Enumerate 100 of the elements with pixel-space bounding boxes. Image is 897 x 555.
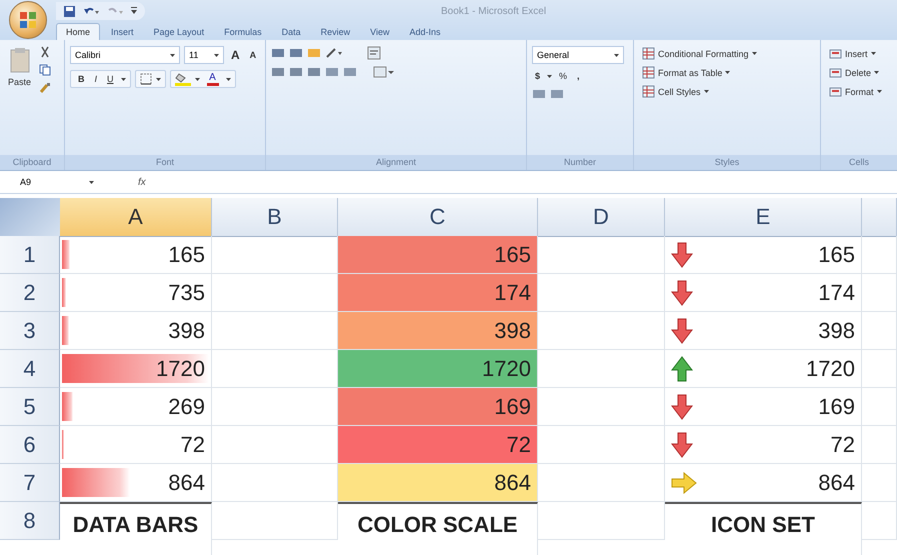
row-header[interactable]: 4	[0, 350, 60, 388]
color-bar-icon	[206, 83, 219, 86]
save-icon[interactable]	[64, 6, 75, 16]
column-header[interactable]: B	[212, 198, 338, 237]
caret-icon	[226, 78, 231, 80]
column-header[interactable]: D	[538, 198, 665, 237]
office-button[interactable]	[9, 1, 47, 39]
italic-button[interactable]: I	[92, 73, 100, 85]
cell-value: 735	[168, 280, 205, 306]
ribbon-tab[interactable]: Formulas	[215, 24, 271, 40]
cut-icon[interactable]	[39, 46, 52, 58]
cell-value: 864	[818, 470, 855, 496]
table-cell: DATA BARS	[60, 502, 212, 555]
paste-button[interactable]: Paste	[5, 46, 34, 149]
column-header[interactable]: C	[338, 198, 538, 237]
increase-indent-icon[interactable]	[343, 66, 357, 78]
down-arrow-icon	[671, 242, 693, 268]
currency-button[interactable]: $	[532, 70, 544, 82]
table-cell: 174	[338, 274, 538, 312]
cells-button[interactable]: Format	[826, 84, 892, 99]
row-header[interactable]: 1	[0, 236, 60, 274]
table-cell: ICON SET	[665, 502, 862, 555]
percent-button[interactable]: %	[556, 70, 570, 82]
cell-value: 174	[818, 280, 855, 306]
fill-color-icon[interactable]	[174, 72, 191, 86]
ribbon-tab[interactable]: View	[361, 24, 398, 40]
group-label: Number	[527, 155, 633, 170]
align-left-icon[interactable]	[271, 66, 285, 78]
caret-icon	[704, 90, 709, 93]
align-top-icon[interactable]	[271, 47, 285, 59]
row-header[interactable]: 5	[0, 388, 60, 426]
group-label: Clipboard	[0, 155, 64, 170]
ribbon-tab[interactable]: Page Layout	[144, 24, 214, 40]
copy-icon[interactable]	[39, 64, 52, 76]
group-label: Alignment	[266, 155, 526, 170]
down-arrow-icon	[671, 432, 693, 458]
cell-value: 72	[830, 432, 855, 458]
caret-icon	[876, 90, 882, 93]
ribbon-tab[interactable]: Insert	[102, 24, 143, 40]
column-header[interactable]	[862, 198, 897, 237]
redo-icon[interactable]	[107, 6, 123, 16]
cell-value: 398	[818, 318, 855, 344]
cell-value: 169	[818, 394, 855, 420]
row-header[interactable]: 8	[0, 502, 60, 540]
bold-button[interactable]: B	[75, 73, 88, 85]
table-cell: COLOR SCALE	[338, 502, 538, 555]
cell-value: 72	[180, 432, 205, 458]
caret-icon	[120, 78, 126, 80]
down-arrow-icon	[671, 394, 693, 420]
column-header[interactable]: E	[665, 198, 862, 237]
font-size-field[interactable]: 11	[184, 46, 224, 64]
brush-icon[interactable]	[39, 82, 52, 94]
function-button[interactable]: fx	[138, 176, 146, 188]
cells-icon	[829, 47, 842, 60]
ribbon-tab[interactable]: Review	[312, 24, 360, 40]
caret-icon	[194, 78, 200, 80]
row-header[interactable]: 6	[0, 426, 60, 464]
undo-icon[interactable]	[83, 6, 99, 16]
decrease-decimal-icon[interactable]	[550, 88, 564, 100]
cell-value: 864	[168, 470, 205, 496]
row-header[interactable]: 2	[0, 274, 60, 312]
merge-icon[interactable]	[373, 66, 395, 78]
window-title: Book1 - Microsoft Excel	[441, 6, 546, 16]
border-icon[interactable]	[140, 73, 152, 85]
table-cell: 398	[338, 312, 538, 350]
underline-button[interactable]: U	[104, 73, 117, 85]
row-header[interactable]: 3	[0, 312, 60, 350]
font-family-field[interactable]: Calibri	[70, 46, 180, 64]
grow-font-button[interactable]: A	[228, 47, 243, 63]
customize-toolbar-icon[interactable]	[131, 7, 137, 15]
ribbon-tab[interactable]: Home	[56, 23, 100, 40]
styles-button[interactable]: Conditional Formatting	[639, 46, 815, 61]
caret-icon	[752, 52, 757, 55]
comma-button[interactable]: ,	[574, 70, 583, 82]
shrink-font-button[interactable]: A	[246, 49, 260, 61]
ribbon-tab[interactable]: Data	[272, 24, 310, 40]
orientation-icon[interactable]	[325, 47, 343, 59]
office-logo-icon	[19, 11, 37, 29]
align-middle-icon[interactable]	[289, 47, 303, 59]
cell-value: 1720	[156, 356, 205, 382]
name-box[interactable]: A9	[0, 177, 100, 187]
cells-button[interactable]: Delete	[826, 65, 892, 80]
cell-value: 165	[168, 242, 205, 268]
wrap-text-icon[interactable]	[367, 46, 381, 60]
align-center-icon[interactable]	[289, 66, 303, 78]
caret-icon	[870, 52, 876, 55]
number-format-field[interactable]: General	[532, 46, 624, 64]
table-icon	[642, 66, 655, 79]
increase-decimal-icon[interactable]	[532, 88, 546, 100]
decrease-indent-icon[interactable]	[325, 66, 339, 78]
row-header[interactable]: 7	[0, 464, 60, 502]
table-cell: 1720	[338, 350, 538, 388]
ribbon-tab[interactable]: Add-Ins	[400, 24, 450, 40]
clipboard-icon	[10, 47, 30, 73]
styles-button[interactable]: Format as Table	[639, 65, 815, 80]
cells-button[interactable]: Insert	[826, 46, 892, 61]
align-right-icon[interactable]	[307, 66, 321, 78]
styles-button[interactable]: Cell Styles	[639, 84, 815, 99]
column-header[interactable]: A	[60, 198, 212, 237]
cells-icon	[829, 66, 842, 79]
